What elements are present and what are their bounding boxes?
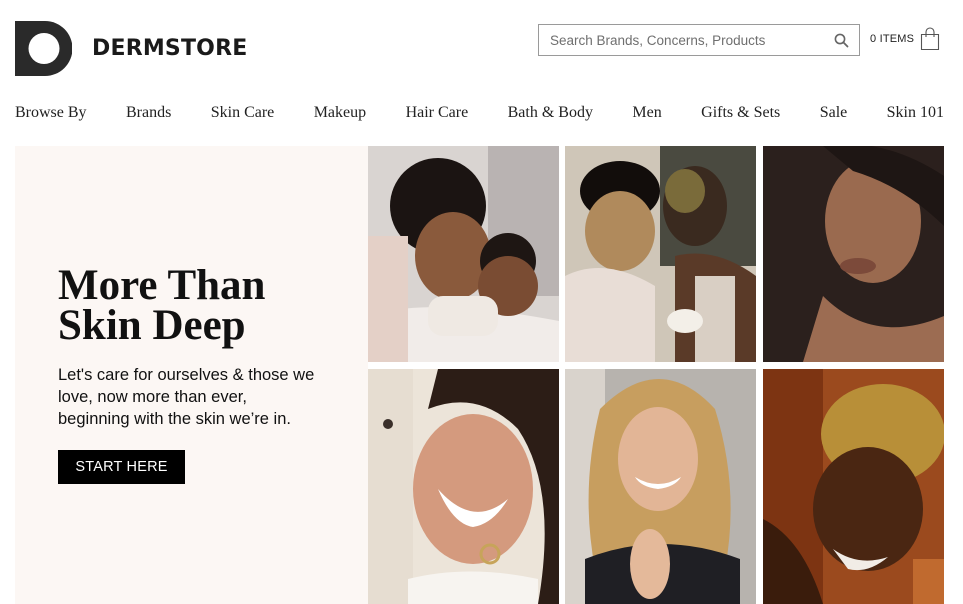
nav-item-brands[interactable]: Brands bbox=[126, 104, 171, 122]
search-box[interactable] bbox=[538, 24, 860, 56]
hero-banner[interactable]: More Than Skin Deep Let's care for ourse… bbox=[15, 146, 944, 604]
photo-blonde-woman[interactable] bbox=[565, 369, 756, 604]
photo-mother-child[interactable] bbox=[368, 146, 559, 362]
hero-title-line-2: Skin Deep bbox=[58, 302, 246, 349]
nav-item-makeup[interactable]: Makeup bbox=[314, 104, 366, 122]
hero-text-panel: More Than Skin Deep Let's care for ourse… bbox=[15, 146, 368, 604]
nav-item-bath-body[interactable]: Bath & Body bbox=[508, 104, 593, 122]
search-button[interactable] bbox=[823, 25, 859, 55]
cart-count: 0 ITEMS bbox=[870, 33, 915, 45]
hero-title-line-1: More Than bbox=[58, 262, 266, 309]
cart-button[interactable]: 0 ITEMS bbox=[870, 26, 940, 52]
hero-title: More Than Skin Deep bbox=[58, 262, 358, 349]
nav-item-hair-care[interactable]: Hair Care bbox=[406, 104, 469, 122]
main-nav: Browse By Brands Skin Care Makeup Hair C… bbox=[15, 104, 944, 122]
nav-item-skin-care[interactable]: Skin Care bbox=[211, 104, 275, 122]
photo-man-curly-hair[interactable] bbox=[763, 369, 944, 604]
hero-body: Let's care for ourselves & those we love… bbox=[58, 366, 315, 428]
photo-woman-long-hair[interactable] bbox=[763, 146, 944, 362]
search-input[interactable] bbox=[539, 25, 823, 55]
nav-item-gifts-sets[interactable]: Gifts & Sets bbox=[701, 104, 780, 122]
nav-item-sale[interactable]: Sale bbox=[820, 104, 848, 122]
nav-item-browse-by[interactable]: Browse By bbox=[15, 104, 87, 122]
search-icon bbox=[834, 33, 848, 47]
nav-item-skin-101[interactable]: Skin 101 bbox=[887, 104, 944, 122]
nav-item-men[interactable]: Men bbox=[632, 104, 661, 122]
photo-couple[interactable] bbox=[565, 146, 756, 362]
photo-woman-laughing[interactable] bbox=[368, 369, 559, 604]
dermstore-logo-icon[interactable] bbox=[15, 21, 73, 76]
start-here-button[interactable]: START HERE bbox=[58, 450, 185, 484]
shopping-bag-icon bbox=[921, 27, 940, 51]
brand-name[interactable]: DERMSTORE bbox=[92, 36, 247, 61]
